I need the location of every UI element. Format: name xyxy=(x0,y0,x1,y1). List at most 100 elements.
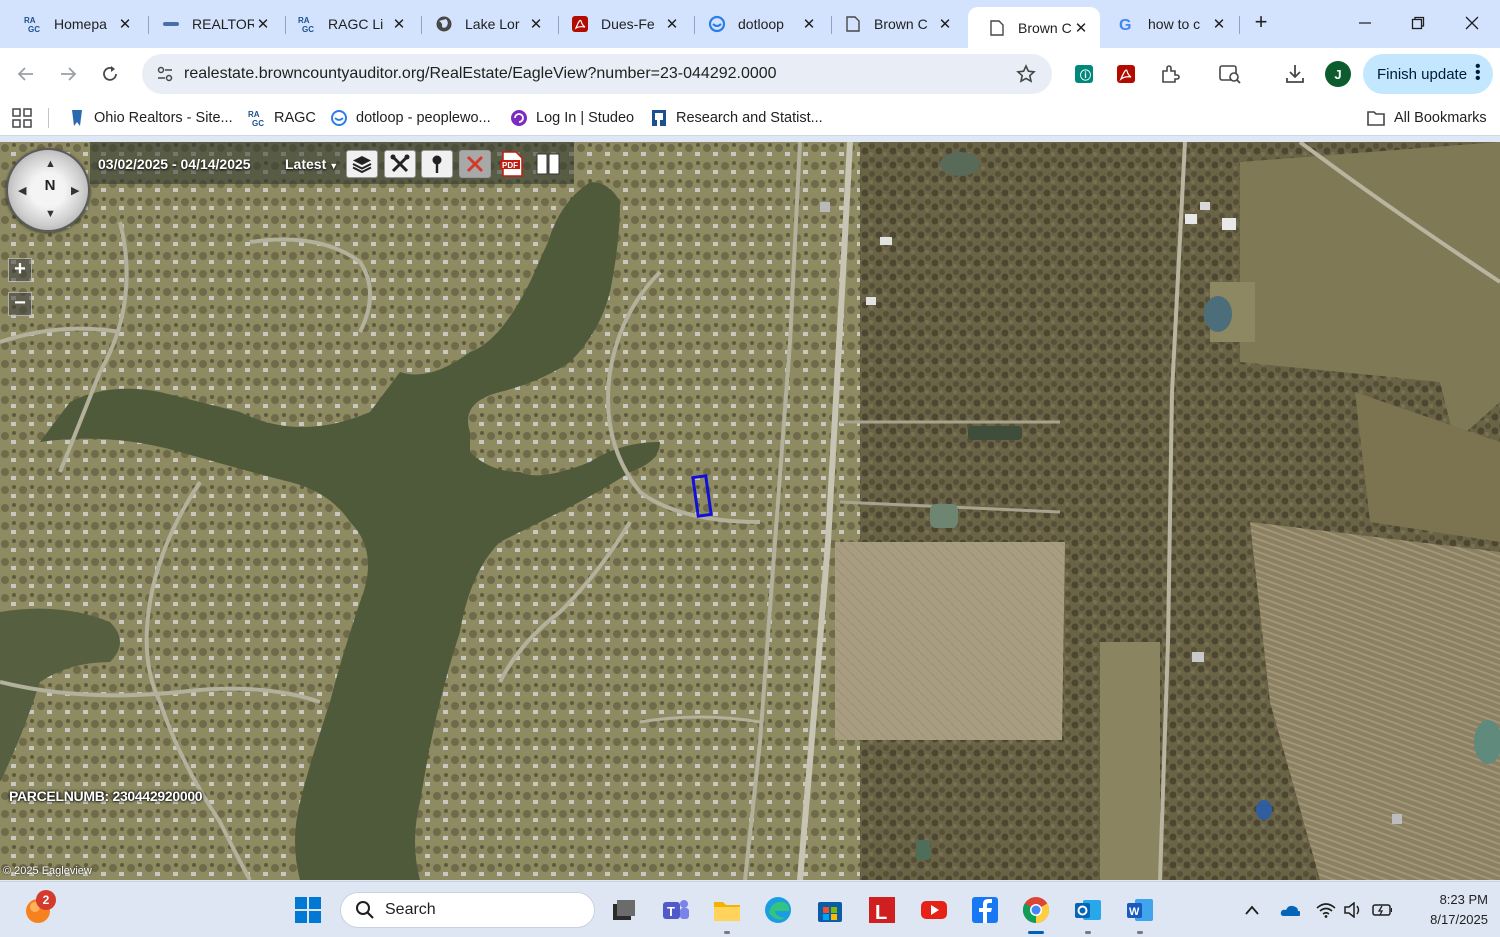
profile-avatar[interactable]: J xyxy=(1325,61,1351,87)
finish-update-button[interactable]: Finish update • • • xyxy=(1363,54,1493,94)
lastpass-app[interactable]: L xyxy=(866,894,898,926)
site-settings-icon[interactable] xyxy=(154,63,176,85)
tools-button[interactable] xyxy=(384,150,416,178)
facebook-app[interactable] xyxy=(969,894,1001,926)
edge-app[interactable] xyxy=(762,894,794,926)
clock-time: 8:23 PM xyxy=(1439,892,1488,907)
close-icon[interactable]: ✕ xyxy=(800,15,818,33)
system-clock[interactable]: 8:23 PM 8/17/2025 xyxy=(1404,890,1488,930)
pan-down-icon[interactable]: ▼ xyxy=(45,208,56,220)
close-icon[interactable]: ✕ xyxy=(254,15,272,33)
onedrive-icon[interactable] xyxy=(1280,900,1300,920)
layers-button[interactable] xyxy=(346,150,378,178)
forward-button[interactable] xyxy=(54,60,82,88)
downloads-icon[interactable] xyxy=(1281,60,1309,88)
taskbar-search[interactable]: Search xyxy=(340,892,595,928)
aerial-map-viewer[interactable]: N ▲ ▼ ◀ ▶ + − 03/02/2025 - 04/14/2025 La… xyxy=(0,142,1500,880)
svg-text:RA: RA xyxy=(298,16,310,25)
tab-dotloop[interactable]: dotloop ✕ xyxy=(688,7,828,41)
windows-logo-icon xyxy=(294,896,322,924)
folder-icon xyxy=(712,896,742,924)
store-app[interactable] xyxy=(814,894,846,926)
tab-realtor[interactable]: REALTOR ✕ xyxy=(142,7,282,41)
tab-brown-county-active[interactable]: Brown C ✕ xyxy=(968,7,1100,48)
pdf-export-button[interactable]: PDF xyxy=(496,150,528,178)
clear-button[interactable] xyxy=(459,150,491,178)
volume-icon[interactable] xyxy=(1343,900,1363,920)
tab-dues-fees[interactable]: Dues-Fe ✕ xyxy=(551,7,691,41)
word-icon: W xyxy=(1125,895,1155,925)
restore-button[interactable] xyxy=(1403,8,1433,38)
chevron-up-icon[interactable] xyxy=(1242,900,1262,920)
extension-green-icon[interactable]: ⓘ xyxy=(1070,60,1098,88)
apps-grid-icon[interactable] xyxy=(12,108,34,128)
globe-icon xyxy=(435,15,453,33)
tab-homepage[interactable]: RA GC Homepa ✕ xyxy=(4,7,144,41)
task-view-app[interactable] xyxy=(608,894,640,926)
file-explorer-app[interactable] xyxy=(711,894,743,934)
extensions-puzzle-icon[interactable] xyxy=(1156,60,1184,88)
outlook-app[interactable] xyxy=(1072,894,1104,934)
tab-title: Lake Lor xyxy=(465,16,520,32)
word-app[interactable]: W xyxy=(1124,894,1156,934)
close-icon[interactable]: ✕ xyxy=(390,15,408,33)
pan-up-icon[interactable]: ▲ xyxy=(45,158,56,170)
teams-app[interactable]: T xyxy=(659,894,691,926)
close-icon[interactable]: ✕ xyxy=(1210,15,1228,33)
tab-brown-county-1[interactable]: Brown C ✕ xyxy=(824,7,964,41)
realtor-icon xyxy=(162,15,180,33)
split-view-icon xyxy=(535,152,561,176)
reload-button[interactable] xyxy=(96,60,124,88)
bookmark-dotloop[interactable]: dotloop - peoplewo... xyxy=(330,106,491,130)
tab-lake-lorelei[interactable]: Lake Lor ✕ xyxy=(415,7,555,41)
pdf-icon xyxy=(571,15,589,33)
page-icon xyxy=(844,15,862,33)
close-icon[interactable]: ✕ xyxy=(116,15,134,33)
close-icon[interactable]: ✕ xyxy=(1072,19,1090,37)
zoom-out-button[interactable]: − xyxy=(8,292,32,316)
tab-ragc-listing[interactable]: RA GC RAGC Li ✕ xyxy=(278,7,418,41)
close-icon[interactable]: ✕ xyxy=(527,15,545,33)
pan-left-icon[interactable]: ◀ xyxy=(18,184,26,197)
bookmark-studeo[interactable]: Log In | Studeo xyxy=(510,106,634,130)
compass-control[interactable]: N ▲ ▼ ◀ ▶ xyxy=(6,148,90,232)
svg-text:W: W xyxy=(1129,906,1140,918)
tab-title: Brown C xyxy=(1018,19,1072,36)
bookmark-label: RAGC xyxy=(274,110,316,126)
pin-button[interactable] xyxy=(421,150,453,178)
tab-divider xyxy=(1239,16,1240,34)
ragc-icon: RA GC xyxy=(248,109,266,127)
youtube-app[interactable] xyxy=(918,894,950,926)
bookmark-label: Log In | Studeo xyxy=(536,110,635,126)
google-icon: G xyxy=(1118,15,1136,33)
close-icon[interactable]: ✕ xyxy=(663,15,681,33)
bookmark-label: dotloop - peoplewo... xyxy=(356,110,491,126)
bookmark-ragc[interactable]: RA GC RAGC xyxy=(248,106,316,130)
windows-taskbar: 2 Search T L W 8:23 PM 8/17/2025 xyxy=(0,881,1500,937)
bookmark-research-statistics[interactable]: Research and Statist... xyxy=(650,106,823,130)
address-bar[interactable]: realestate.browncountyauditor.org/RealEs… xyxy=(142,54,1052,94)
pan-right-icon[interactable]: ▶ xyxy=(71,184,79,197)
back-button[interactable] xyxy=(12,60,40,88)
close-window-button[interactable] xyxy=(1457,8,1487,38)
new-tab-button[interactable]: + xyxy=(1248,10,1274,36)
tab-search-icon[interactable] xyxy=(1216,60,1244,88)
split-view-button[interactable] xyxy=(532,150,564,178)
all-bookmarks-button[interactable]: All Bookmarks xyxy=(1366,106,1487,130)
bookmark-star-icon[interactable] xyxy=(1014,62,1038,86)
folder-icon xyxy=(1366,109,1386,127)
clear-icon xyxy=(464,153,486,175)
close-icon[interactable]: ✕ xyxy=(936,15,954,33)
chrome-app[interactable] xyxy=(1020,894,1052,934)
minimize-button[interactable] xyxy=(1350,8,1380,38)
wifi-icon[interactable] xyxy=(1316,900,1336,920)
start-button[interactable] xyxy=(292,894,324,926)
battery-icon[interactable] xyxy=(1372,900,1392,920)
tab-google-search[interactable]: G how to c ✕ xyxy=(1098,7,1238,41)
bookmark-ohio-realtors[interactable]: Ohio Realtors - Site... xyxy=(68,106,233,130)
acrobat-extension-icon[interactable] xyxy=(1112,60,1140,88)
facebook-icon xyxy=(970,895,1000,925)
more-menu-icon[interactable]: • • • xyxy=(1475,59,1481,87)
zoom-in-button[interactable]: + xyxy=(8,258,32,282)
imagery-select[interactable]: Latest ▼ xyxy=(285,156,338,172)
